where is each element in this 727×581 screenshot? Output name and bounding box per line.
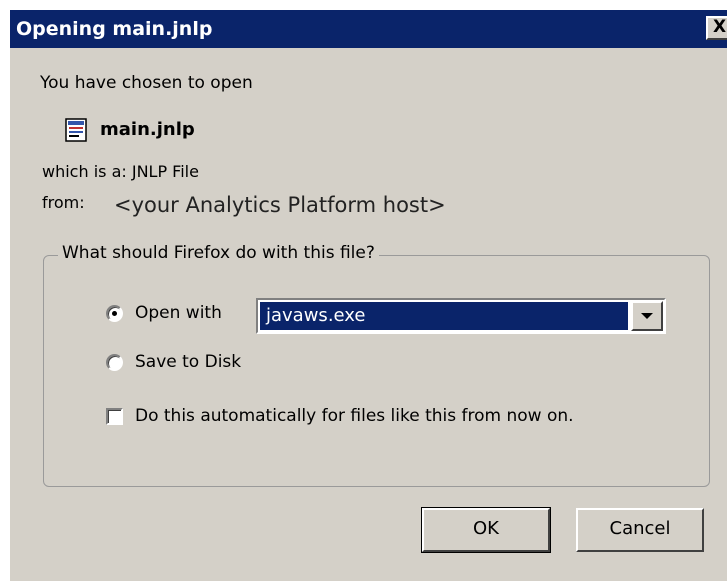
from-host-value: <your Analytics Platform host> (114, 193, 446, 217)
auto-action-label[interactable]: Do this automatically for files like thi… (135, 406, 574, 426)
intro-text: You have chosen to open (40, 73, 253, 93)
title-bar[interactable]: Opening main.jnlp X (10, 10, 727, 48)
file-type-text: which is a: JNLP File (42, 162, 199, 181)
jnlp-file-icon (65, 118, 87, 142)
chevron-down-icon[interactable] (631, 301, 663, 331)
group-legend: What should Firefox do with this file? (58, 243, 379, 263)
ok-button[interactable]: OK (421, 507, 551, 553)
close-button[interactable]: X (706, 16, 727, 40)
auto-action-checkbox[interactable] (106, 408, 123, 425)
application-select-value: javaws.exe (260, 302, 628, 330)
file-name: main.jnlp (100, 119, 195, 140)
save-to-disk-label[interactable]: Save to Disk (135, 352, 241, 372)
application-select[interactable]: javaws.exe (256, 298, 666, 334)
window-title: Opening main.jnlp (16, 18, 213, 40)
open-with-label[interactable]: Open with (135, 303, 222, 323)
from-label: from: (42, 193, 85, 212)
cancel-button[interactable]: Cancel (576, 508, 704, 552)
open-file-dialog: Opening main.jnlp X You have chosen to o… (10, 10, 727, 581)
open-with-radio[interactable] (106, 305, 123, 322)
save-to-disk-radio[interactable] (106, 354, 123, 371)
